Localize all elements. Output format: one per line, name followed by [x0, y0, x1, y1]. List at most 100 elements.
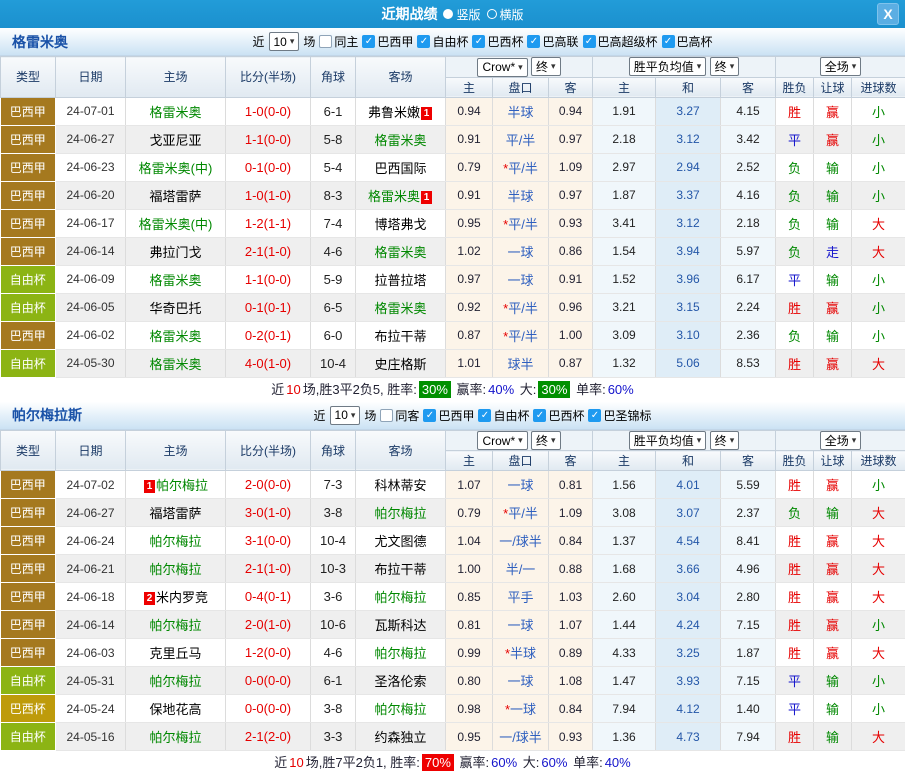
table-row: 巴西甲24-06-23格雷米奥(中)0-1(0-0)5-4巴西国际0.79*平/… — [1, 153, 905, 181]
league-filter-checkbox[interactable]: ✓巴西杯 — [472, 33, 523, 50]
result-handicap: 输 — [814, 209, 852, 237]
result-wdl: 胜 — [776, 527, 814, 555]
home-team: 格雷米奥 — [126, 97, 226, 125]
match-type: 巴西甲 — [1, 527, 56, 555]
home-team-name: 帕尔梅拉 — [149, 674, 201, 689]
away-team-name: 史庄格斯 — [374, 357, 426, 372]
odds-stage-select[interactable]: 终▾ — [531, 57, 561, 76]
result-wdl: 胜 — [776, 97, 814, 125]
corners: 3-8 — [311, 695, 356, 723]
table-row: 自由杯24-05-30格雷米奥4-0(1-0)10-4史庄格斯1.01球半0.8… — [1, 349, 905, 377]
handicap-odds-away: 1.08 — [549, 667, 593, 695]
handicap-line: *半球 — [493, 639, 549, 667]
result-goals: 小 — [852, 667, 905, 695]
mean-odds-home: 3.41 — [593, 209, 656, 237]
mean-odds-home: 1.32 — [593, 349, 656, 377]
league-filter-checkbox[interactable]: ✓巴高杯 — [662, 33, 713, 50]
league-filter-checkbox[interactable]: ✓巴西杯 — [533, 407, 584, 424]
league-filter-checkbox[interactable]: ✓自由杯 — [417, 33, 468, 50]
home-team: 弗拉门戈 — [126, 237, 226, 265]
recent-count-select[interactable]: 10▾ — [269, 32, 300, 51]
section-header: 帕尔梅拉斯 近 10▾ 场 同客 ✓巴西甲✓自由杯✓巴西杯✓巴圣锦标 — [0, 402, 905, 430]
league-filter-label: 巴高超级杯 — [597, 33, 657, 50]
result-goals: 小 — [852, 265, 905, 293]
mean-odds-away: 4.15 — [721, 97, 776, 125]
col-mean-away: 客 — [721, 77, 776, 97]
rank-badge: 1 — [144, 480, 155, 493]
same-home-checkbox[interactable]: 同主 — [319, 33, 358, 50]
corners: 3-3 — [311, 723, 356, 751]
away-team: 帕尔梅拉 — [356, 639, 446, 667]
league-filter-checkbox[interactable]: ✓巴高联 — [527, 33, 578, 50]
league-filter-label: 巴高联 — [542, 33, 578, 50]
away-team-name: 布拉干蒂 — [374, 329, 426, 344]
recent-count-select[interactable]: 10▾ — [330, 406, 361, 425]
mean-odds-away: 2.37 — [721, 499, 776, 527]
col-corner: 角球 — [311, 57, 356, 98]
same-away-checkbox[interactable]: 同客 — [380, 407, 419, 424]
handicap-odds-away: 0.97 — [549, 181, 593, 209]
mean-stage-select[interactable]: 终▾ — [710, 431, 740, 450]
home-team-name: 帕尔梅拉 — [156, 478, 208, 493]
league-filter-checkbox[interactable]: ✓巴西甲 — [423, 407, 474, 424]
home-team: 帕尔梅拉 — [126, 723, 226, 751]
handicap-odds-away: 0.97 — [549, 125, 593, 153]
odds-group-header: Crow*▾ 终▾ — [446, 430, 593, 451]
handicap-odds-home: 0.92 — [446, 293, 493, 321]
result-handicap: 输 — [814, 321, 852, 349]
result-goals: 小 — [852, 153, 905, 181]
scope-select[interactable]: 全场▾ — [820, 57, 862, 76]
radio-vertical-layout[interactable]: 竖版 — [443, 6, 480, 23]
handicap-odds-home: 1.02 — [446, 237, 493, 265]
checkbox-checked-icon: ✓ — [472, 35, 485, 48]
home-team-name: 弗拉门戈 — [149, 245, 201, 260]
mean-odds-home: 1.56 — [593, 471, 656, 499]
match-type: 巴西甲 — [1, 209, 56, 237]
match-date: 24-05-16 — [56, 723, 126, 751]
table-row: 巴西甲24-06-24帕尔梅拉3-1(0-0)10-4尤文图德1.04一/球半0… — [1, 527, 905, 555]
home-team: 戈亚尼亚 — [126, 125, 226, 153]
match-date: 24-05-31 — [56, 667, 126, 695]
bookmaker-select[interactable]: Crow*▾ — [477, 431, 527, 450]
league-filter-checkbox[interactable]: ✓自由杯 — [478, 407, 529, 424]
mean-stage-select[interactable]: 终▾ — [710, 57, 740, 76]
score: 0-0(0-0) — [226, 667, 311, 695]
mean-odds-away: 7.15 — [721, 611, 776, 639]
mean-odds-away: 4.16 — [721, 181, 776, 209]
handicap-odds-away: 1.09 — [549, 499, 593, 527]
odds-stage-select[interactable]: 终▾ — [531, 431, 561, 450]
league-filter-checkbox[interactable]: ✓巴高超级杯 — [582, 33, 657, 50]
col-type: 类型 — [1, 57, 56, 98]
home-team: 格雷米奥 — [126, 265, 226, 293]
handicap-line: 半球 — [493, 181, 549, 209]
radio-unselected-icon — [487, 9, 497, 19]
mean-odds-draw: 3.66 — [656, 555, 721, 583]
match-type: 自由杯 — [1, 723, 56, 751]
result-goals: 大 — [852, 237, 905, 265]
mean-odds-away: 6.17 — [721, 265, 776, 293]
mean-odds-draw: 3.27 — [656, 97, 721, 125]
scope-group-header: 全场▾ — [776, 430, 905, 451]
league-filter-checkbox[interactable]: ✓巴西甲 — [362, 33, 413, 50]
scope-select[interactable]: 全场▾ — [820, 431, 862, 450]
home-team-name: 格雷米奥 — [149, 329, 201, 344]
score: 0-4(0-1) — [226, 583, 311, 611]
league-filter-checkbox[interactable]: ✓巴圣锦标 — [588, 407, 651, 424]
bookmaker-select[interactable]: Crow*▾ — [477, 58, 527, 77]
mean-odds-home: 1.44 — [593, 611, 656, 639]
league-filter-label: 巴西杯 — [487, 33, 523, 50]
mean-odds-home: 7.94 — [593, 695, 656, 723]
mean-odds-select[interactable]: 胜平负均值▾ — [629, 431, 707, 450]
radio-horizontal-layout[interactable]: 横版 — [487, 6, 524, 23]
handicap-line: 一球 — [493, 265, 549, 293]
away-team: 巴西国际 — [356, 153, 446, 181]
away-team: 尤文图德 — [356, 527, 446, 555]
corners: 3-8 — [311, 499, 356, 527]
close-button[interactable]: X — [877, 3, 899, 25]
away-team-name: 约森独立 — [374, 730, 426, 745]
result-goals: 小 — [852, 181, 905, 209]
mean-odds-away: 2.24 — [721, 293, 776, 321]
mean-odds-away: 8.41 — [721, 527, 776, 555]
away-team: 格雷米奥1 — [356, 181, 446, 209]
mean-odds-select[interactable]: 胜平负均值▾ — [629, 57, 707, 76]
